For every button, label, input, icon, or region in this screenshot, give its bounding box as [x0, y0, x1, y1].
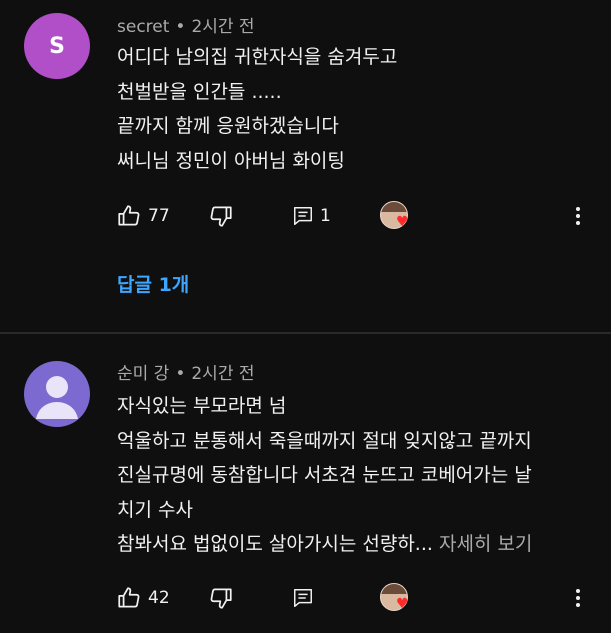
avatar[interactable]: S: [24, 13, 90, 79]
comment-line: 천벌받을 인간들 .....: [117, 80, 282, 103]
comment-text: 어디다 남의집 귀한자식을 숨겨두고 천벌받을 인간들 ..... 끝까지 함께…: [117, 40, 397, 178]
timestamp[interactable]: 2시간 전: [191, 364, 254, 384]
comment-line: 끝까지 함께 응원하겠습니다: [117, 115, 339, 137]
separator-dot: •: [175, 17, 186, 37]
comment-line-last: 참봐서요 법없이도 살아가시는 선량하... 자세히 보기: [117, 527, 532, 562]
comment-line: 어디다 남의집 귀한자식을 숨겨두고: [117, 46, 398, 68]
thumbs-up-icon: [118, 205, 140, 226]
timestamp[interactable]: 2시간 전: [191, 17, 254, 37]
more-options-button[interactable]: [574, 199, 582, 233]
creator-heart-badge: ♥: [380, 583, 410, 613]
creator-heart-icon: ♥: [396, 214, 409, 230]
comment-line: 써니님 정민이 아버님 화이팅: [117, 149, 345, 172]
comment-meta: secret • 2시간 전: [117, 12, 255, 37]
more-vert-icon: [576, 207, 580, 225]
like-button[interactable]: 77: [116, 199, 170, 233]
dislike-button[interactable]: [208, 199, 234, 233]
comment-actions: 42 ♥: [116, 581, 596, 615]
default-user-icon: [36, 376, 78, 419]
reply-icon: [294, 207, 312, 225]
comment: S secret • 2시간 전 어디다 남의집 귀한자식을 숨겨두고 천벌받을 인…: [0, 0, 611, 332]
author-name[interactable]: secret: [117, 17, 169, 37]
reply-button[interactable]: 1: [292, 199, 331, 233]
reply-count: 1: [320, 206, 331, 226]
dislike-button[interactable]: [208, 581, 234, 615]
thumbs-down-icon: [210, 588, 232, 609]
avatar[interactable]: [24, 361, 90, 427]
comment-meta: 순미 강 • 2시간 전: [117, 359, 255, 384]
comment-line: 치기 수사: [117, 498, 193, 521]
creator-heart-icon: ♥: [396, 596, 409, 612]
author-name[interactable]: 순미 강: [117, 364, 169, 384]
reply-icon: [294, 589, 312, 607]
comment-line: 자식있는 부모라면 넘: [117, 395, 287, 417]
view-replies-link[interactable]: 답글 1개: [117, 270, 189, 297]
thumbs-down-icon: [210, 206, 232, 227]
thumbs-up-icon: [118, 587, 140, 608]
like-count: 42: [148, 588, 170, 608]
creator-heart-badge: ♥: [380, 201, 410, 231]
separator-dot: •: [175, 364, 186, 384]
comment-line: 억울하고 분통해서 죽을때까지 절대 잊지않고 끝까지: [117, 429, 532, 452]
avatar-letter: S: [49, 33, 65, 59]
read-more-link[interactable]: 자세히 보기: [439, 533, 532, 555]
like-button[interactable]: 42: [116, 581, 170, 615]
comment-line: 참봐서요 법없이도 살아가시는 선량하...: [117, 533, 433, 555]
like-count: 77: [148, 206, 170, 226]
more-vert-icon: [576, 589, 580, 607]
comment: 순미 강 • 2시간 전 자식있는 부모라면 넘 억울하고 분통해서 죽을때까지 절…: [0, 334, 611, 633]
reply-button[interactable]: [292, 581, 314, 615]
comment-text: 자식있는 부모라면 넘 억울하고 분통해서 죽을때까지 절대 잊지않고 끝까지 …: [117, 389, 532, 562]
comment-actions: 77 1 ♥: [116, 199, 596, 233]
more-options-button[interactable]: [574, 581, 582, 615]
comment-line: 진실규명에 동참합니다 서초견 눈뜨고 코베어가는 날: [117, 464, 532, 486]
